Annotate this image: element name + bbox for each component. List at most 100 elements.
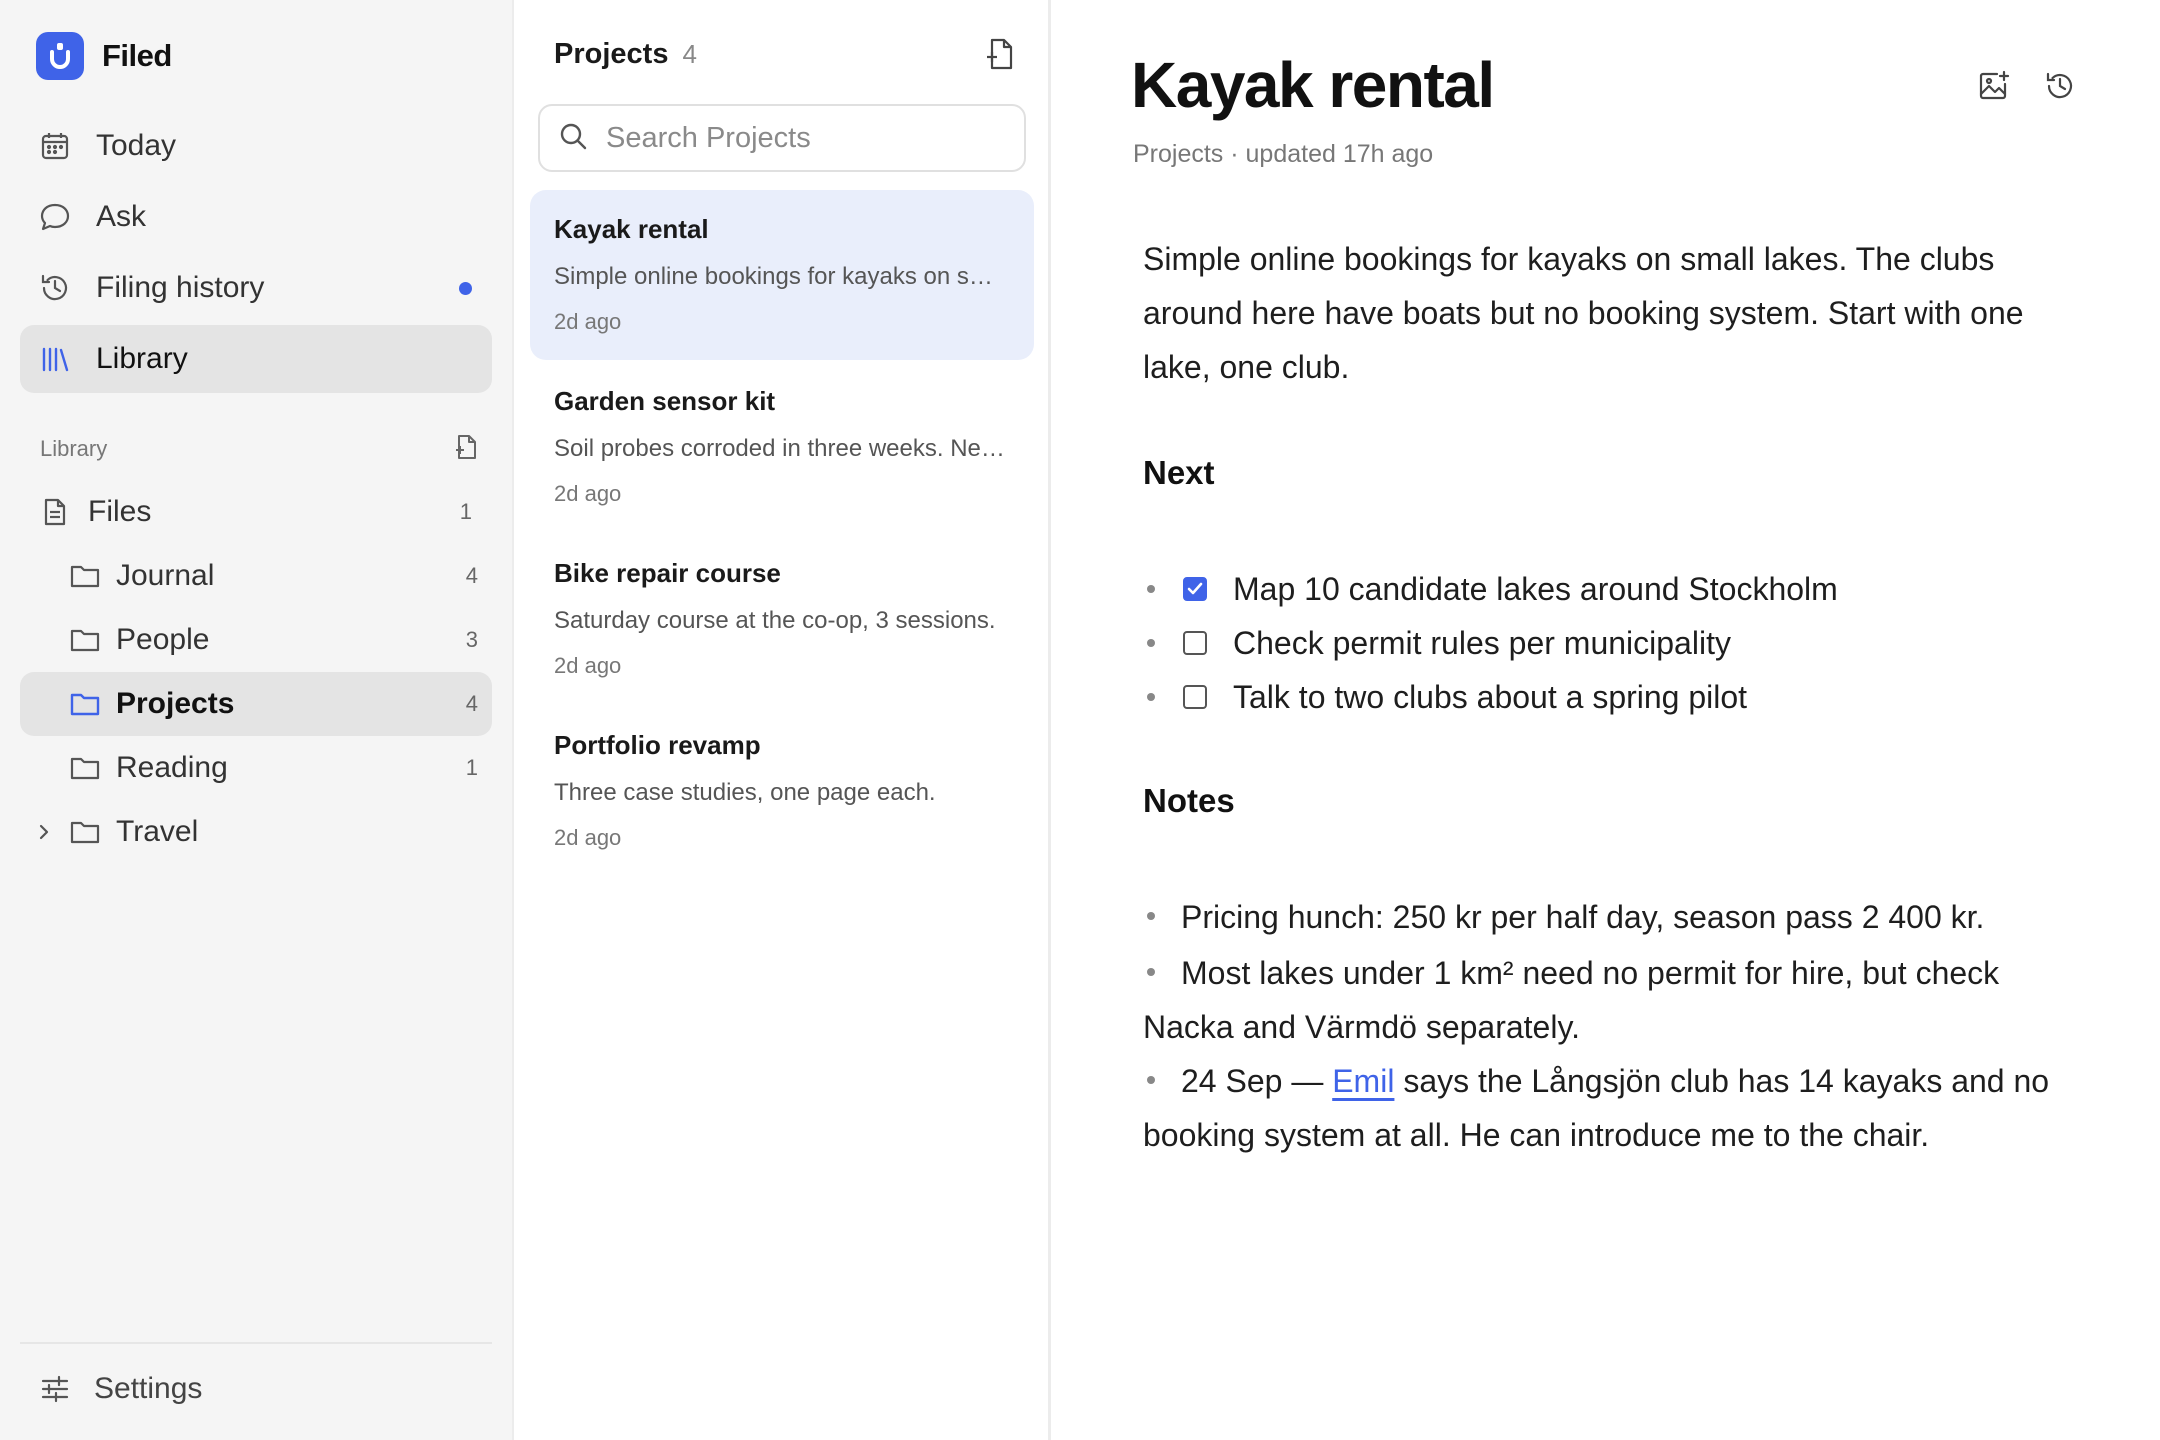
list-item[interactable]: Bike repair course Saturday course at th…	[530, 534, 1034, 704]
folder-icon	[68, 751, 102, 785]
bullet-icon	[1147, 693, 1155, 701]
list-item-time: 2d ago	[554, 653, 622, 678]
document-body[interactable]: Simple online bookings for kayaks on sma…	[1143, 232, 2063, 1153]
add-image-icon[interactable]	[1974, 66, 2014, 106]
library-tree: Files 1 Journal 4 People 3 Projects 4 Re…	[20, 480, 492, 864]
tree-item-label: Travel	[116, 815, 199, 848]
task-item: Talk to two clubs about a spring pilot	[1143, 670, 2063, 724]
document-intro: Simple online bookings for kayaks on sma…	[1143, 241, 2024, 385]
list-item[interactable]: Portfolio revamp Three case studies, one…	[530, 706, 1034, 876]
document-actions	[1974, 66, 2080, 106]
list-item-time: 2d ago	[554, 309, 622, 334]
sidebar-divider	[20, 1342, 492, 1344]
document-pane: Kayak rental Projects · updated 17h ago …	[1051, 0, 2160, 1440]
library-section-title: Library	[40, 436, 108, 461]
list-item-title: Bike repair course	[554, 558, 781, 588]
nav-item-today[interactable]: Today	[20, 112, 492, 180]
search-icon	[558, 121, 588, 156]
bullet-icon	[1147, 585, 1155, 593]
main-nav: Today Ask Filing history Library	[20, 112, 492, 396]
calendar-icon	[38, 129, 72, 163]
file-icon	[38, 495, 72, 529]
folder-icon	[68, 815, 102, 849]
tree-item-count: 1	[465, 755, 478, 780]
tree-item-files[interactable]: Files 1	[20, 480, 492, 544]
tree-item-label: Files	[88, 495, 152, 528]
list-count: 4	[682, 38, 697, 69]
checkbox-unchecked[interactable]	[1183, 631, 1207, 655]
task-text: Talk to two clubs about a spring pilot	[1233, 679, 1748, 715]
folder-icon	[68, 559, 102, 593]
library-section-header: Library	[40, 432, 480, 466]
history-icon	[38, 271, 72, 305]
tree-item-reading[interactable]: Reading 1	[20, 736, 492, 800]
list-item-title: Portfolio revamp	[554, 730, 761, 760]
nav-label: Library	[96, 342, 188, 375]
list-title: Projects	[554, 37, 669, 70]
list-item-title: Kayak rental	[554, 214, 709, 244]
list-item-snippet: Soil probes corroded in three weeks. Nee…	[554, 435, 1010, 462]
heading-notes: Notes	[1143, 782, 1235, 819]
search-input[interactable]	[606, 121, 1006, 155]
project-list-pane: Projects 4 Kayak rental Simple online bo…	[514, 0, 1051, 1440]
tree-item-travel[interactable]: Travel	[20, 800, 492, 864]
document-meta: Projects · updated 17h ago	[1133, 140, 1434, 168]
folder-icon	[68, 687, 102, 721]
tree-item-journal[interactable]: Journal 4	[20, 544, 492, 608]
app-name: Filed	[102, 38, 172, 73]
note-text: Most lakes under 1 km² need no permit fo…	[1143, 955, 2000, 1045]
bullet-icon	[1147, 911, 1155, 920]
nav-item-library[interactable]: Library	[20, 325, 492, 393]
library-icon	[38, 342, 72, 376]
list-header: Projects 4	[554, 32, 1024, 76]
tree-item-people[interactable]: People 3	[20, 608, 492, 672]
tree-item-label: Reading	[116, 751, 228, 784]
list-item-snippet: Saturday course at the co-op, 3 sessions…	[554, 607, 996, 634]
list-item-title: Garden sensor kit	[554, 386, 776, 416]
note-item: Pricing hunch: 250 kr per half day, seas…	[1143, 890, 2063, 944]
new-file-icon[interactable]	[452, 433, 480, 466]
tree-item-label: Journal	[116, 559, 215, 592]
tree-item-count: 3	[465, 627, 478, 652]
nav-item-filing-history[interactable]: Filing history	[20, 254, 492, 322]
checkbox-checked[interactable]	[1183, 577, 1207, 601]
tree-item-projects[interactable]: Projects 4	[20, 672, 492, 736]
tree-item-count: 4	[465, 563, 478, 588]
nav-item-ask[interactable]: Ask	[20, 183, 492, 251]
list-item-time: 2d ago	[554, 825, 622, 850]
tree-item-label: Projects	[116, 687, 235, 720]
settings-button[interactable]: Settings	[20, 1356, 492, 1422]
document-title[interactable]: Kayak rental	[1131, 48, 1495, 122]
brand[interactable]: Filed	[36, 32, 172, 80]
search-box[interactable]	[538, 104, 1026, 172]
list-item-snippet: Three case studies, one page each.	[554, 779, 936, 806]
bullet-icon	[1147, 639, 1155, 647]
list-item-time: 2d ago	[554, 481, 622, 506]
list-item[interactable]: Kayak rental Simple online bookings for …	[530, 190, 1034, 360]
bullet-icon	[1147, 967, 1155, 976]
tree-item-count: 1	[459, 499, 472, 524]
note-item: Most lakes under 1 km² need no permit fo…	[1143, 946, 2063, 1054]
history-icon[interactable]	[2040, 66, 2080, 106]
task-text: Check permit rules per municipality	[1233, 625, 1731, 661]
person-link-emil[interactable]: Emil	[1332, 1063, 1394, 1099]
sliders-icon	[38, 1372, 72, 1406]
nav-label: Ask	[96, 200, 147, 233]
note-item: 24 Sep — Emil says the Långsjön club has…	[1143, 1054, 2063, 1162]
app-logo-icon	[36, 32, 84, 80]
list-item[interactable]: Garden sensor kit Soil probes corroded i…	[530, 362, 1034, 532]
list-item-snippet: Simple online bookings for kayaks on sma…	[554, 263, 1010, 290]
tree-item-count: 4	[465, 691, 478, 716]
task-text: Map 10 candidate lakes around Stockholm	[1233, 571, 1838, 607]
chevron-right-icon[interactable]	[34, 822, 54, 842]
nav-label: Today	[96, 129, 177, 162]
folder-icon	[68, 623, 102, 657]
checkbox-unchecked[interactable]	[1183, 685, 1207, 709]
nav-label: Filing history	[96, 271, 265, 304]
unread-indicator-dot	[459, 281, 472, 295]
new-note-button[interactable]	[980, 34, 1020, 74]
chat-bubble-icon	[38, 200, 72, 234]
task-item: Check permit rules per municipality	[1143, 616, 2063, 670]
tree-item-label: People	[116, 623, 210, 656]
bullet-icon	[1147, 1075, 1155, 1084]
